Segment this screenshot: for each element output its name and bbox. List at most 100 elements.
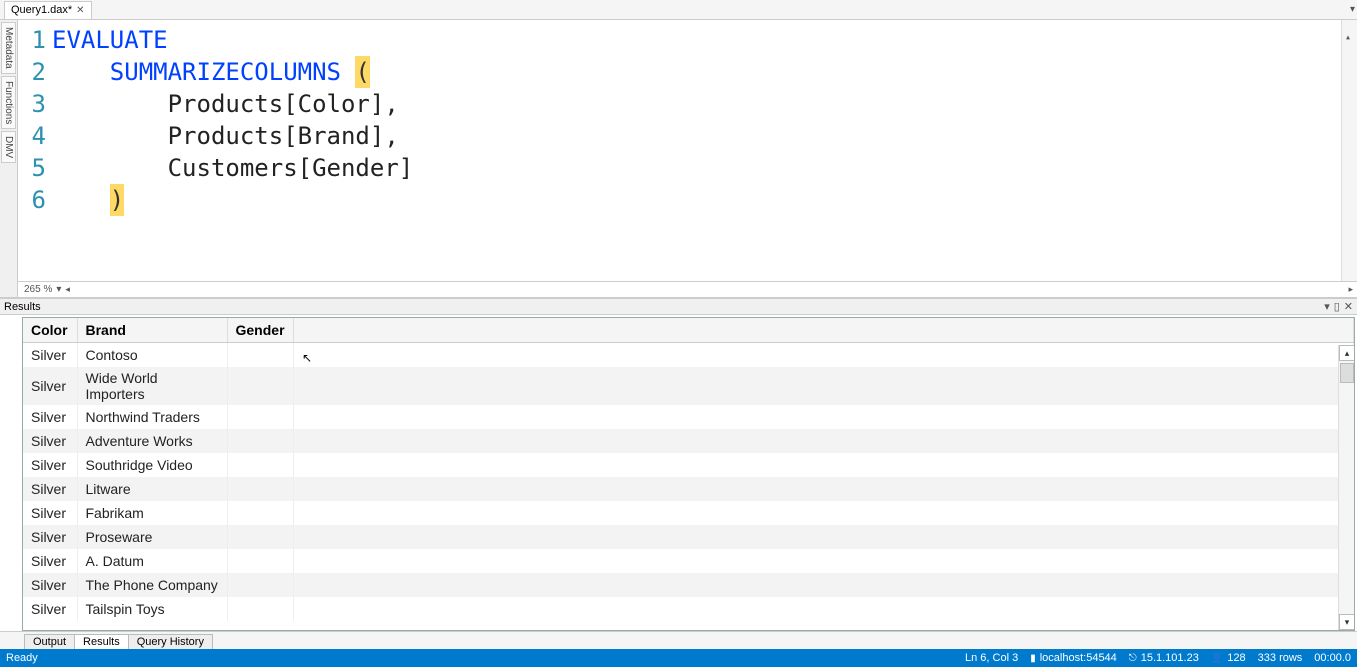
table-cell[interactable]: [227, 549, 293, 573]
table-row[interactable]: SilverFabrikam: [23, 501, 1354, 525]
table-cell[interactable]: Silver: [23, 367, 77, 405]
close-icon[interactable]: ✕: [76, 5, 84, 16]
document-tab[interactable]: Query1.dax* ✕: [4, 1, 92, 19]
table-row[interactable]: SilverSouthridge Video: [23, 453, 1354, 477]
table-cell[interactable]: [227, 597, 293, 621]
table-cell[interactable]: [227, 525, 293, 549]
results-grid[interactable]: Color Brand Gender SilverContosoSilverWi…: [23, 318, 1354, 630]
table-cell[interactable]: Southridge Video: [77, 453, 227, 477]
table-row[interactable]: SilverNorthwind Traders: [23, 405, 1354, 429]
user-icon: 👤: [1211, 653, 1223, 664]
table-cell[interactable]: [227, 453, 293, 477]
panel-close-icon[interactable]: ✕: [1344, 300, 1353, 313]
table-cell[interactable]: Proseware: [77, 525, 227, 549]
line-number: 3: [18, 88, 46, 120]
zoom-dropdown-icon[interactable]: ▾: [56, 284, 61, 295]
scroll-up-icon[interactable]: ▴: [1339, 345, 1354, 361]
scroll-thumb[interactable]: [1340, 363, 1354, 383]
line-gutter: 1 2 3 4 5 6: [18, 20, 52, 281]
col-header-spacer: [293, 318, 1353, 343]
version-icon: ⎋: [1129, 653, 1137, 664]
zoom-level[interactable]: 265 %: [24, 284, 52, 295]
table-cell[interactable]: Wide World Importers: [77, 367, 227, 405]
table-cell[interactable]: Tailspin Toys: [77, 597, 227, 621]
document-tab-bar: Query1.dax* ✕ ▾: [0, 0, 1357, 20]
sidetab-metadata[interactable]: Metadata: [1, 22, 16, 74]
table-cell[interactable]: [227, 429, 293, 453]
line-number: 5: [18, 152, 46, 184]
document-tab-title: Query1.dax*: [11, 4, 72, 16]
editor-vscrollbar[interactable]: ▴: [1341, 20, 1357, 281]
table-cell[interactable]: Northwind Traders: [77, 405, 227, 429]
table-cell[interactable]: [227, 405, 293, 429]
server-icon: ▮: [1030, 653, 1036, 664]
tab-query-history[interactable]: Query History: [128, 634, 213, 649]
editor-area: Metadata Functions DMV 1 2 3 4 5 6 EVALU…: [0, 20, 1357, 298]
table-cell[interactable]: Fabrikam: [77, 501, 227, 525]
code-editor[interactable]: 1 2 3 4 5 6 EVALUATE SUMMARIZECOLUMNS ( …: [18, 20, 1357, 297]
sidetab-dmv[interactable]: DMV: [1, 131, 16, 163]
table-cell[interactable]: Silver: [23, 573, 77, 597]
table-cell[interactable]: [227, 343, 293, 367]
hscroll-left-icon[interactable]: ◂: [65, 284, 70, 295]
table-cell[interactable]: Contoso: [77, 343, 227, 367]
status-rows: 333 rows: [1258, 652, 1303, 664]
tab-results[interactable]: Results: [74, 634, 129, 649]
col-header-brand[interactable]: Brand: [77, 318, 227, 343]
code-body[interactable]: EVALUATE SUMMARIZECOLUMNS ( Products[Col…: [52, 20, 1357, 281]
table-cell[interactable]: Litware: [77, 477, 227, 501]
tab-output[interactable]: Output: [24, 634, 75, 649]
paren-close-highlight: ): [110, 184, 124, 216]
code-token: Customers[Gender]: [52, 154, 413, 182]
table-cell[interactable]: Adventure Works: [77, 429, 227, 453]
status-bar: Ready Ln 6, Col 3 ▮localhost:54544 ⎋15.1…: [0, 649, 1357, 667]
table-row[interactable]: SilverWide World Importers: [23, 367, 1354, 405]
table-cell[interactable]: A. Datum: [77, 549, 227, 573]
col-header-gender[interactable]: Gender: [227, 318, 293, 343]
col-header-color[interactable]: Color: [23, 318, 77, 343]
results-grid-container: Color Brand Gender SilverContosoSilverWi…: [22, 317, 1355, 631]
table-row[interactable]: SilverProseware: [23, 525, 1354, 549]
line-number: 1: [18, 24, 46, 56]
code-token: Products[Color],: [52, 90, 399, 118]
keyword-function: SUMMARIZECOLUMNS: [110, 58, 341, 86]
scroll-up-icon[interactable]: ▴: [1345, 22, 1351, 54]
table-row[interactable]: SilverContoso: [23, 343, 1354, 367]
line-number: 2: [18, 56, 46, 88]
keyword-evaluate: EVALUATE: [52, 26, 168, 54]
status-ready: Ready: [6, 652, 38, 664]
table-cell[interactable]: [227, 477, 293, 501]
status-time: 00:00.0: [1314, 652, 1351, 664]
table-cell[interactable]: Silver: [23, 405, 77, 429]
table-cell[interactable]: [227, 501, 293, 525]
table-cell[interactable]: Silver: [23, 477, 77, 501]
scroll-down-icon[interactable]: ▾: [1339, 614, 1354, 630]
status-connections: 128: [1227, 652, 1245, 664]
table-cell[interactable]: Silver: [23, 429, 77, 453]
editor-footer: 265 % ▾ ◂ ▸: [18, 281, 1357, 297]
table-cell[interactable]: Silver: [23, 453, 77, 477]
hscroll-right-icon[interactable]: ▸: [1348, 284, 1353, 295]
code-token: Products[Brand],: [52, 122, 399, 150]
panel-pin-icon[interactable]: ▯: [1334, 300, 1340, 313]
results-panel-header: Results ▾ ▯ ✕: [0, 298, 1357, 315]
table-row[interactable]: SilverThe Phone Company: [23, 573, 1354, 597]
side-panel-tabs: Metadata Functions DMV: [0, 20, 18, 297]
table-cell[interactable]: [227, 367, 293, 405]
table-row[interactable]: SilverLitware: [23, 477, 1354, 501]
sidetab-functions[interactable]: Functions: [1, 76, 16, 129]
results-title: Results: [4, 301, 41, 313]
table-cell[interactable]: [227, 573, 293, 597]
grid-vscrollbar[interactable]: ▴ ▾: [1338, 345, 1354, 630]
table-cell[interactable]: Silver: [23, 343, 77, 367]
table-cell[interactable]: The Phone Company: [77, 573, 227, 597]
table-cell[interactable]: Silver: [23, 597, 77, 621]
tab-overflow-icon[interactable]: ▾: [1350, 4, 1355, 15]
table-cell[interactable]: Silver: [23, 501, 77, 525]
table-row[interactable]: SilverAdventure Works: [23, 429, 1354, 453]
table-row[interactable]: SilverA. Datum: [23, 549, 1354, 573]
table-row[interactable]: SilverTailspin Toys: [23, 597, 1354, 621]
panel-dropdown-icon[interactable]: ▾: [1324, 300, 1330, 313]
table-cell[interactable]: Silver: [23, 525, 77, 549]
table-cell[interactable]: Silver: [23, 549, 77, 573]
